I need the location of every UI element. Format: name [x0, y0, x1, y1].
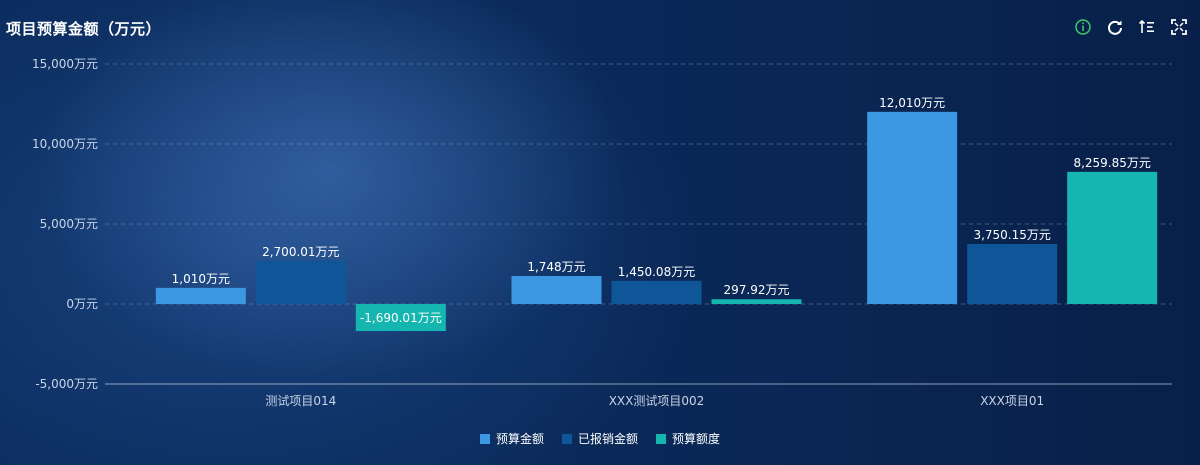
x-tick-label: XXX测试项目002 — [609, 393, 705, 408]
bar[interactable] — [511, 276, 602, 304]
legend-swatch — [561, 433, 572, 444]
data-label: -1,690.01万元 — [360, 311, 442, 325]
y-tick-label: 0万元 — [66, 297, 98, 311]
legend-item[interactable]: 已报销金额 — [561, 430, 638, 447]
legend-label: 预算额度 — [672, 432, 721, 446]
x-tick-label: XXX项目01 — [980, 394, 1044, 408]
bar[interactable] — [967, 243, 1058, 304]
data-label: 1,450.08万元 — [618, 265, 695, 279]
x-tick-label: 测试项目014 — [265, 393, 336, 408]
y-tick-label: -5,000万元 — [35, 377, 98, 391]
grid-lines — [105, 63, 1172, 385]
data-label: 12,010万元 — [879, 96, 945, 110]
data-label: 8,259.85万元 — [1073, 156, 1150, 170]
y-axis: 15,000万元 10,000万元 5,000万元 0万元 -5,000万元 — [32, 57, 98, 391]
legend-item[interactable]: 预算额度 — [656, 430, 720, 447]
legend-swatch — [479, 433, 490, 444]
bar[interactable] — [867, 111, 958, 304]
y-tick-label: 15,000万元 — [32, 57, 98, 71]
data-label: 1,010万元 — [172, 272, 230, 286]
data-label: 1,748万元 — [527, 260, 585, 274]
y-tick-label: 10,000万元 — [32, 137, 98, 151]
bar[interactable] — [255, 260, 346, 304]
bar[interactable] — [1067, 171, 1158, 304]
legend-item[interactable]: 预算金额 — [479, 430, 544, 447]
x-axis: 测试项目014 XXX测试项目002 XXX项目01 — [265, 393, 1044, 408]
data-label: 297.92万元 — [724, 283, 790, 297]
bar-chart: 15,000万元 10,000万元 5,000万元 0万元 -5,000万元 1,010… — [32, 57, 1172, 408]
data-label: 3,750.15万元 — [973, 228, 1050, 242]
legend-label: 已报销金额 — [577, 432, 638, 446]
bar[interactable] — [611, 280, 702, 304]
y-tick-label: 5,000万元 — [40, 217, 98, 231]
bars — [155, 111, 1158, 332]
bar[interactable] — [711, 299, 802, 304]
data-label: 2,700.01万元 — [262, 245, 339, 259]
bar[interactable] — [155, 287, 246, 304]
legend: 预算金额 已报销金额 预算额度 — [0, 430, 1200, 447]
legend-swatch — [656, 433, 666, 444]
legend-label: 预算金额 — [495, 432, 544, 446]
